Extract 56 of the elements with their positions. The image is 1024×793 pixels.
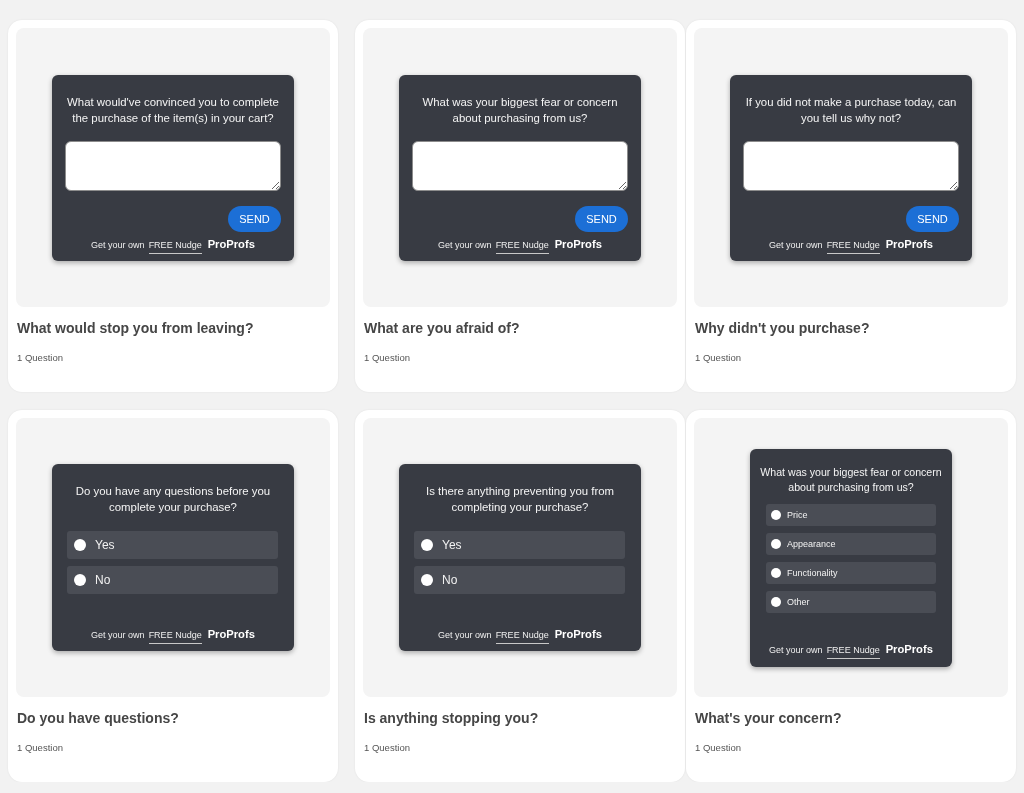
footer-text: Get your own (438, 238, 492, 252)
free-nudge-link[interactable]: FREE Nudge (826, 239, 880, 254)
survey-question: If you did not make a purchase today, can you tell us why not? (744, 94, 958, 126)
question-count: 1 Question (16, 352, 64, 364)
brand-logo: ProProfs (554, 237, 602, 251)
answer-field[interactable] (743, 140, 959, 191)
brand-logo: ProProfs (885, 237, 933, 251)
card-title: What would stop you from leaving? (16, 319, 255, 337)
answer-field[interactable] (65, 140, 281, 191)
answer-option[interactable]: Yes (67, 531, 278, 559)
answer-option[interactable]: No (414, 566, 625, 594)
send-button[interactable]: SEND (906, 205, 959, 232)
answer-option[interactable]: Other (766, 590, 936, 613)
footer-text: Get your own (769, 643, 823, 657)
card-title: Do you have questions? (16, 709, 180, 727)
answer-option[interactable]: Appearance (766, 532, 936, 555)
free-nudge-link[interactable]: FREE Nudge (148, 239, 202, 254)
answer-option[interactable]: Price (766, 503, 936, 526)
survey-question: Do you have any questions before you complete your purchase? (74, 484, 272, 515)
template-card[interactable]: Is there anything preventing you from completing your purchase? Yes No Get your own FREE Nudge ProProfs Is anything stopping you? 1 Question (355, 410, 685, 782)
free-nudge-link[interactable]: FREE Nudge (495, 630, 549, 644)
brand-logo: ProProfs (885, 642, 933, 656)
template-card[interactable]: Do you have any questions before you complete your purchase? Yes No Get your own FREE Nudge ProProfs Do you have questions? 1 Question (8, 410, 338, 782)
brand-logo: ProProfs (554, 628, 602, 641)
survey-question: Is there anything preventing you from completing your purchase? (424, 484, 616, 515)
question-count: 1 Question (363, 352, 411, 364)
footer-text: Get your own (91, 629, 145, 642)
template-card[interactable]: What was your biggest fear or concern about purchasing from us? SEND Get your own FREE Nudge ProProfs What are you afraid of? 1 Question (355, 20, 685, 392)
question-count: 1 Question (16, 742, 64, 754)
answer-option[interactable]: Yes (414, 531, 625, 559)
survey-question: What was your biggest fear or concern about purchasing from us? (421, 94, 619, 126)
answer-option[interactable]: Functionality (766, 561, 936, 584)
send-button[interactable]: SEND (228, 205, 281, 232)
footer-text: Get your own (769, 238, 823, 252)
card-title: Is anything stopping you? (363, 709, 540, 727)
template-card[interactable]: What was your biggest fear or concern about purchasing from us? Price Appearance Functionality Other Get your own FREE Nudge ProProfs What's your concern? 1 Question (686, 410, 1016, 782)
question-count: 1 Question (694, 742, 742, 754)
template-card[interactable]: What would've convinced you to complete the purchase of the item(s) in your cart? SEND Get your own FREE Nudge ProProfs What would stop you from leaving? 1 Question (8, 20, 338, 392)
question-count: 1 Question (694, 352, 742, 364)
card-title: What are you afraid of? (363, 319, 521, 337)
survey-question: What was your biggest fear or concern about purchasing from us? (759, 464, 943, 495)
free-nudge-link[interactable]: FREE Nudge (495, 239, 549, 254)
footer-text: Get your own (91, 238, 145, 252)
template-card[interactable]: If you did not make a purchase today, can you tell us why not? SEND Get your own FREE Nudge ProProfs Why didn't you purchase? 1 Question (686, 20, 1016, 392)
free-nudge-link[interactable]: FREE Nudge (148, 630, 202, 644)
free-nudge-link[interactable]: FREE Nudge (826, 644, 880, 659)
answer-option[interactable]: No (67, 566, 278, 594)
survey-question: What would've convinced you to complete the purchase of the item(s) in your cart? (66, 94, 280, 126)
answer-field[interactable] (412, 140, 628, 191)
brand-logo: ProProfs (207, 237, 255, 251)
brand-logo: ProProfs (207, 628, 255, 641)
question-count: 1 Question (363, 742, 411, 754)
footer-text: Get your own (438, 629, 492, 642)
card-title: What's your concern? (694, 709, 843, 727)
send-button[interactable]: SEND (575, 205, 628, 232)
card-title: Why didn't you purchase? (694, 319, 871, 337)
